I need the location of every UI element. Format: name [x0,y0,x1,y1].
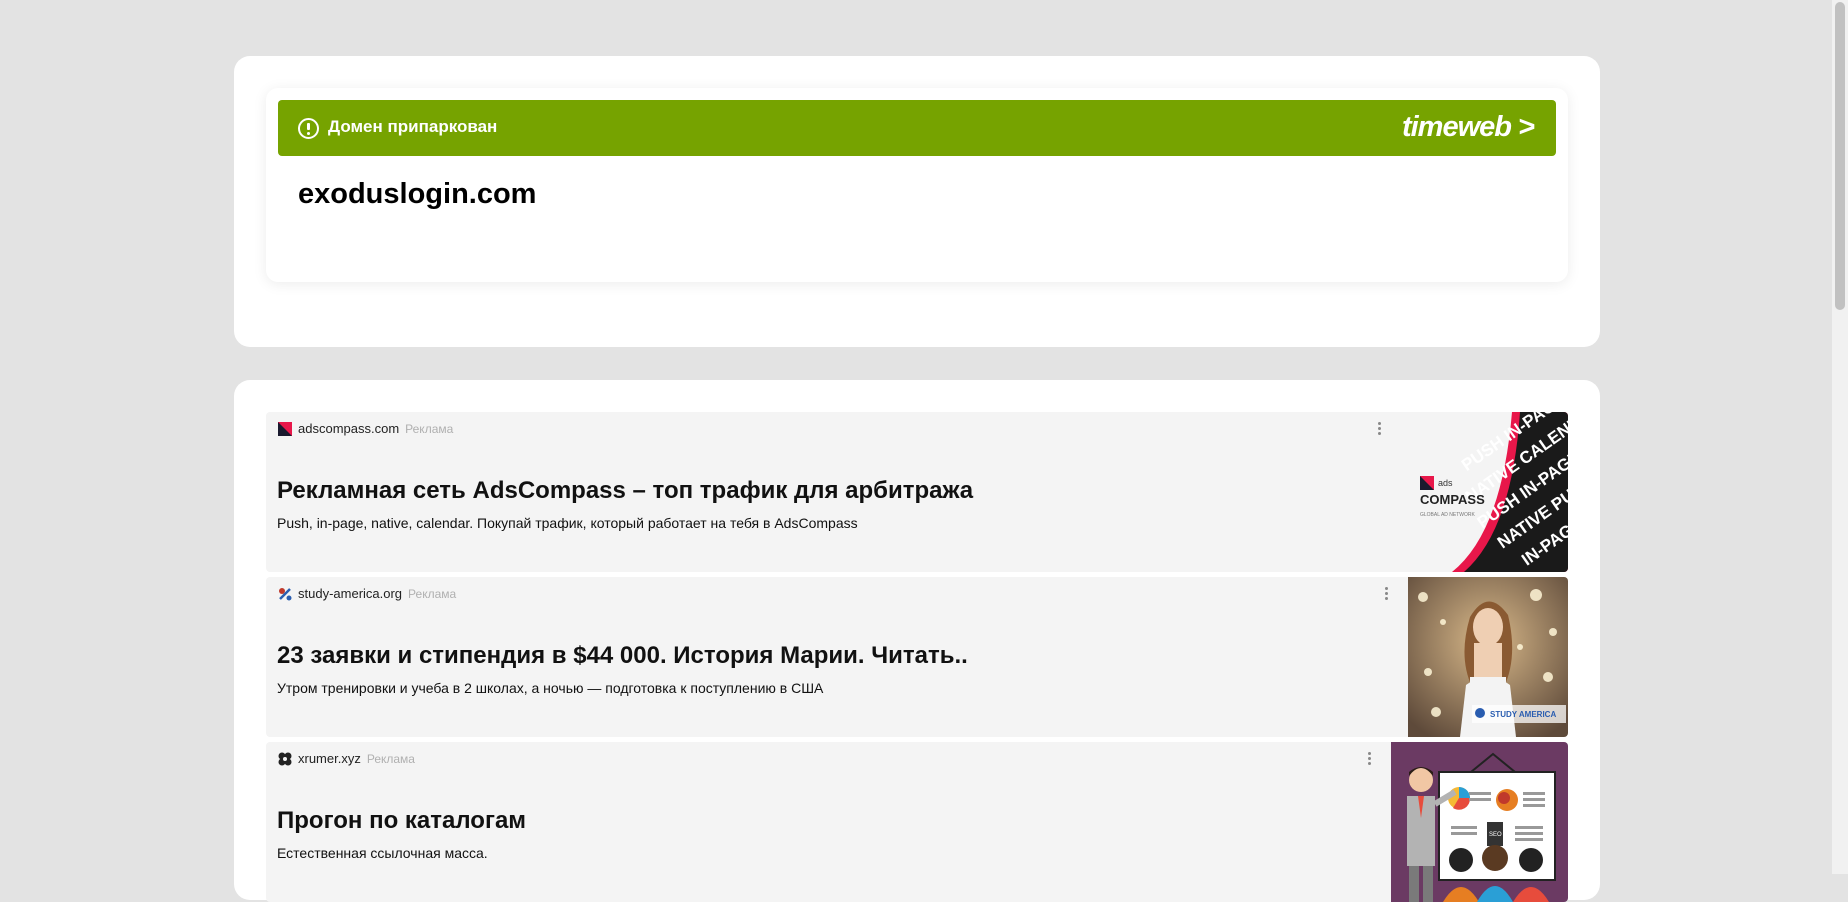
ads-card: adscompass.com Реклама Рекламная сеть Ads… [234,380,1600,902]
timeweb-logo[interactable]: timeweb > [1402,111,1535,144]
parked-status-text: Домен припаркован [328,117,498,136]
domain-name: exoduslogin.com [298,178,537,210]
adscompass-logo-sub: GLOBAL AD NETWORK [1420,512,1475,518]
ad-source-domain[interactable]: study-america.org [298,586,402,601]
ad-description: Push, in-page, native, calendar. Покупай… [277,515,858,531]
parking-card: Домен припаркован timeweb > exoduslogin.… [234,56,1600,347]
xrumer-presentation-image: SEO [1391,742,1568,902]
scrollbar-thumb[interactable] [1835,2,1845,310]
parked-banner[interactable]: Домен припаркован timeweb > [278,100,1556,156]
ad-description: Утром тренировки и учеба в 2 школах, а н… [277,680,824,696]
study-america-photo-image: STUDY AMERICA [1408,577,1568,737]
page-scrollbar[interactable] [1832,0,1848,874]
study-america-image-logo: STUDY AMERICA [1490,710,1556,719]
ad-source-domain[interactable]: adscompass.com [298,421,399,436]
adscompass-logo-top: ads [1438,478,1453,488]
adscompass-banner-image: PUSH IN-PAGE NATIVE CALENDAR NATIVE CALE… [1392,412,1568,572]
ad-title[interactable]: Рекламная сеть AdsCompass – топ трафик д… [277,477,973,505]
adscompass-favicon-icon [278,422,292,436]
ad-image-adscompass[interactable]: PUSH IN-PAGE NATIVE CALENDAR NATIVE CALE… [1392,412,1568,572]
ad-title[interactable]: Прогон по каталогам [277,807,526,835]
xrumer-favicon-icon [278,752,292,766]
more-options-icon[interactable] [1368,752,1372,768]
alert-circle-icon [298,118,319,139]
ad-source-domain[interactable]: xrumer.xyz [298,751,361,766]
ad-image-xrumer[interactable]: SEO [1391,742,1568,902]
ad-label: Реклама [405,422,454,436]
xrumer-board-text: SEO [1489,832,1502,838]
ad-source[interactable]: xrumer.xyz Реклама [298,751,415,766]
ad-item-adscompass[interactable]: adscompass.com Реклама Рекламная сеть Ads… [266,412,1568,572]
more-options-icon[interactable] [1385,587,1389,603]
ad-item-study-america[interactable]: study-america.org Реклама 23 заявки и сти… [266,577,1568,737]
ad-source[interactable]: adscompass.com Реклама [298,421,453,436]
more-options-icon[interactable] [1378,422,1382,438]
ad-image-study-america[interactable]: STUDY AMERICA [1408,577,1568,737]
ad-title[interactable]: 23 заявки и стипендия в $44 000. История… [277,642,968,670]
ad-description: Естественная ссылочная масса. [277,845,488,861]
ad-label: Реклама [408,587,457,601]
ad-source[interactable]: study-america.org Реклама [298,586,456,601]
parking-inner-card: Домен припаркован timeweb > exoduslogin.… [266,88,1568,282]
ad-item-xrumer[interactable]: xrumer.xyz Реклама Прогон по каталогам Ес… [266,742,1568,902]
adscompass-logo-main: COMPASS [1420,492,1485,507]
ad-label: Реклама [366,752,415,766]
study-america-favicon-icon [279,588,292,601]
